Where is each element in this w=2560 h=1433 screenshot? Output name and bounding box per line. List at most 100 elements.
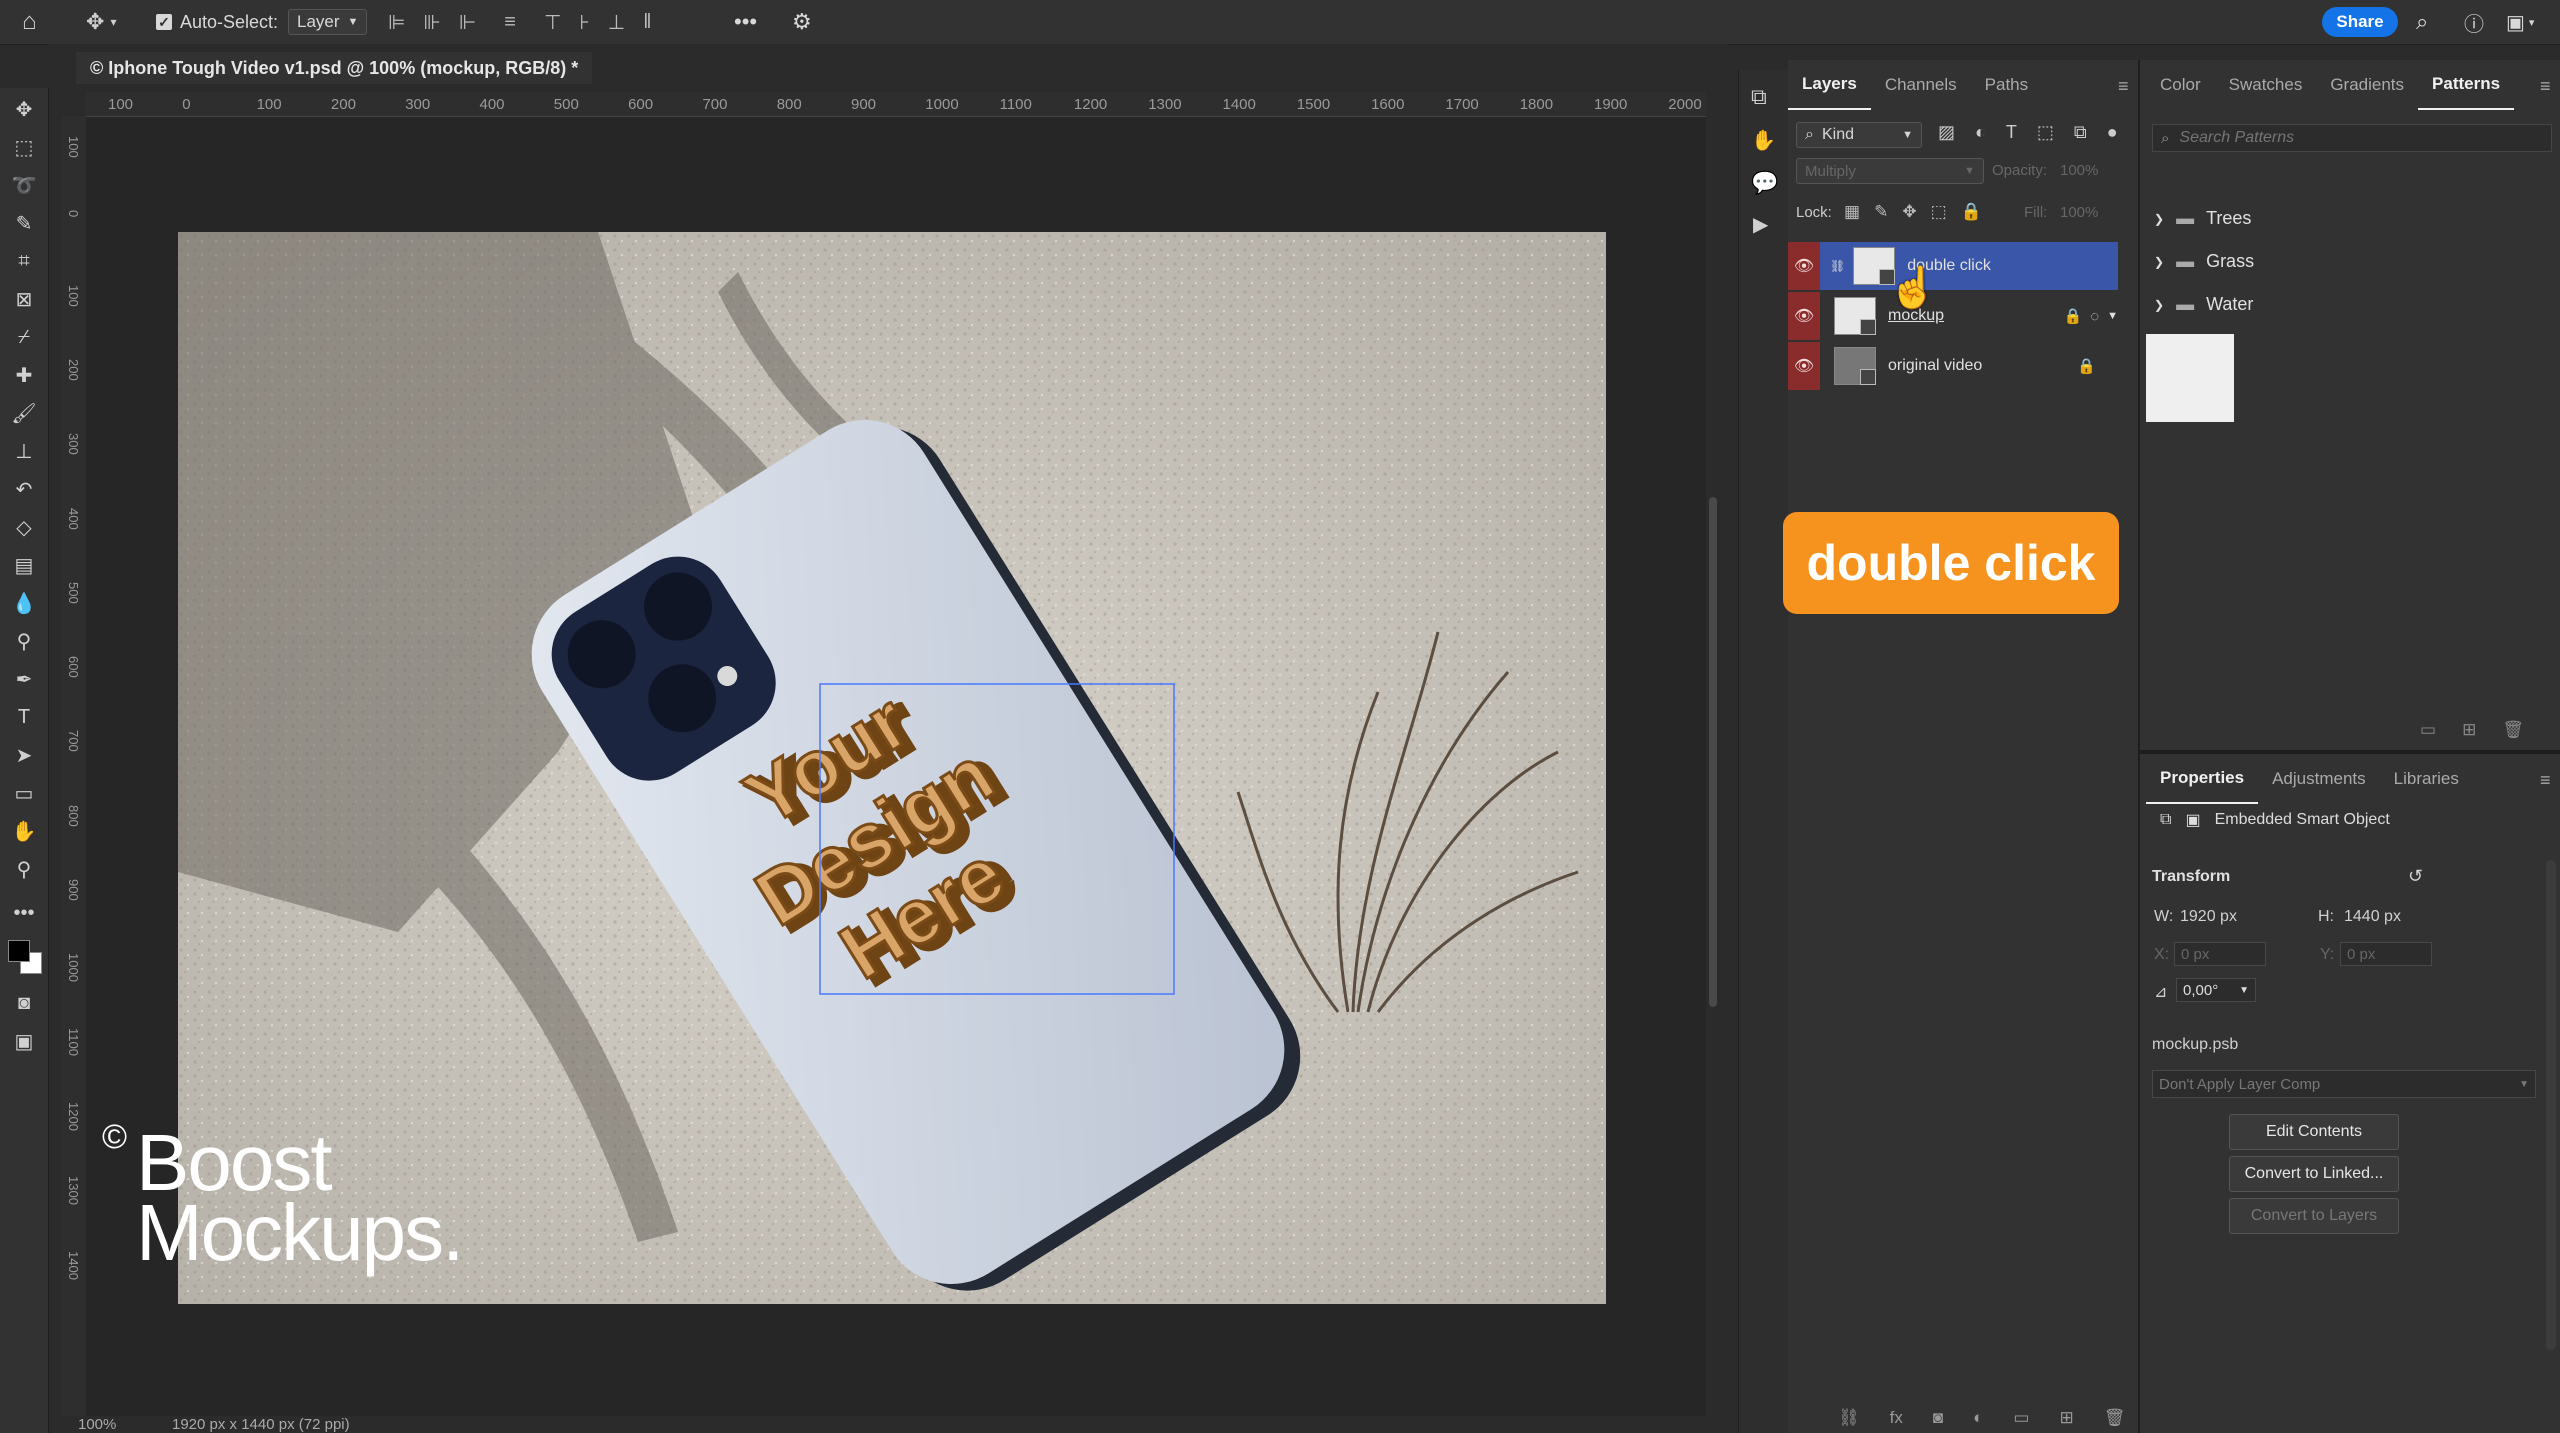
pen-tool-icon[interactable]: ✒ bbox=[8, 664, 40, 694]
new-pattern-icon[interactable]: ⊞ bbox=[2462, 720, 2476, 740]
filter-adjustment-icon[interactable]: ◐ bbox=[1975, 122, 1986, 143]
lock-artboard-icon[interactable]: ⬚ bbox=[1931, 202, 1947, 222]
rectangle-tool-icon[interactable]: ▭ bbox=[8, 778, 40, 808]
history-panel-icon[interactable]: ⧉ bbox=[1751, 84, 1767, 110]
eye-icon[interactable]: 👁 bbox=[1788, 342, 1820, 390]
tab-gradients[interactable]: Gradients bbox=[2316, 60, 2418, 110]
convert-to-layers-button[interactable]: Convert to Layers bbox=[2229, 1198, 2399, 1234]
marquee-tool-icon[interactable]: ⬚ bbox=[8, 132, 40, 162]
chevron-down-icon[interactable]: ▼ bbox=[2107, 310, 2118, 322]
filter-toggle-icon[interactable]: ● bbox=[2107, 122, 2118, 143]
align-top-icon[interactable]: ⊤ bbox=[544, 10, 561, 35]
lock-all-icon[interactable]: 🔒 bbox=[1961, 202, 1982, 222]
panel-menu-icon[interactable]: ≡ bbox=[2540, 76, 2551, 97]
stamp-tool-icon[interactable]: ⊥ bbox=[8, 436, 40, 466]
edit-contents-button[interactable]: Edit Contents bbox=[2229, 1114, 2399, 1150]
color-swatches[interactable] bbox=[6, 938, 42, 974]
eye-icon[interactable]: 👁 bbox=[1788, 242, 1820, 290]
lock-pixels-icon[interactable]: ✎ bbox=[1874, 202, 1888, 222]
align-bottom-icon[interactable]: ⊥ bbox=[608, 10, 625, 35]
width-value[interactable]: 1920 px bbox=[2180, 908, 2237, 926]
lock-position-icon[interactable]: ✥ bbox=[1902, 202, 1916, 222]
panel-menu-icon[interactable]: ≡ bbox=[2118, 76, 2129, 97]
opacity-value[interactable]: 100% bbox=[2060, 162, 2098, 179]
align-right-icon[interactable]: ⊩ bbox=[459, 10, 476, 35]
layer-row-original-video[interactable]: 👁 original video 🔒 bbox=[1788, 342, 2118, 390]
gear-icon[interactable]: ⚙ bbox=[792, 8, 812, 36]
scrollbar-thumb[interactable] bbox=[1709, 497, 1717, 1007]
trash-icon[interactable]: 🗑 bbox=[2104, 1408, 2126, 1428]
align-left-icon[interactable]: ⊫ bbox=[388, 10, 405, 35]
brush-tool-icon[interactable]: 🖌 bbox=[8, 398, 40, 428]
auto-select-checkbox[interactable]: ✓ Auto-Select: bbox=[156, 8, 278, 36]
comments-icon[interactable]: 💬 bbox=[1751, 170, 1778, 196]
eyedropper-tool-icon[interactable]: ⌿ bbox=[8, 322, 40, 352]
link-layers-icon[interactable]: ⛓ bbox=[1838, 1408, 1860, 1428]
crop-tool-icon[interactable]: ⌗ bbox=[8, 246, 40, 276]
type-tool-icon[interactable]: T bbox=[8, 702, 40, 732]
gradient-tool-icon[interactable]: ▤ bbox=[8, 550, 40, 580]
filter-pixel-icon[interactable]: ▨ bbox=[1938, 122, 1955, 143]
workspace-icon[interactable]: ▣ ▾ bbox=[2506, 8, 2534, 36]
foreground-color-swatch[interactable] bbox=[8, 940, 30, 962]
frame-tool-icon[interactable]: ⊠ bbox=[8, 284, 40, 314]
layer-row-double-click[interactable]: 👁 ⛓ double click bbox=[1788, 242, 2118, 290]
new-layer-icon[interactable]: ⊞ bbox=[2059, 1408, 2073, 1428]
tab-layers[interactable]: Layers bbox=[1788, 60, 1871, 110]
hand-tool-icon[interactable]: ✋ bbox=[8, 816, 40, 846]
filter-shape-icon[interactable]: ⬚ bbox=[2037, 122, 2054, 143]
smart-filter-icon[interactable]: ◌ bbox=[2090, 308, 2099, 325]
filter-kind-dropdown[interactable]: ⌕ Kind ▼ bbox=[1796, 122, 1922, 148]
search-icon[interactable]: ⌕ bbox=[2416, 8, 2428, 36]
pattern-group-water[interactable]: ❯ ▬ Water bbox=[2154, 294, 2253, 315]
properties-scrollbar[interactable] bbox=[2546, 860, 2556, 1350]
layer-name[interactable]: original video bbox=[1888, 357, 1982, 375]
trash-icon[interactable]: 🗑 bbox=[2502, 720, 2524, 740]
tab-libraries[interactable]: Libraries bbox=[2380, 754, 2473, 804]
panel-menu-icon[interactable]: ≡ bbox=[2540, 770, 2551, 791]
move-tool-icon[interactable]: ✥ bbox=[8, 94, 40, 124]
convert-to-linked-button[interactable]: Convert to Linked... bbox=[2229, 1156, 2399, 1192]
eye-icon[interactable]: 👁 bbox=[1788, 292, 1820, 340]
new-group-icon[interactable]: ▭ bbox=[2420, 720, 2436, 740]
home-icon[interactable]: ⌂ bbox=[22, 8, 37, 36]
tab-swatches[interactable]: Swatches bbox=[2215, 60, 2317, 110]
lasso-tool-icon[interactable]: ➰ bbox=[8, 170, 40, 200]
quick-select-tool-icon[interactable]: ✎ bbox=[8, 208, 40, 238]
filter-smartobject-icon[interactable]: ⧉ bbox=[2074, 122, 2087, 143]
history-brush-icon[interactable]: ↶ bbox=[8, 474, 40, 504]
fill-value[interactable]: 100% bbox=[2060, 204, 2098, 221]
align-center-icon[interactable]: ⊪ bbox=[423, 10, 440, 35]
properties-panel-icon[interactable]: ✋ bbox=[1751, 128, 1776, 153]
tab-channels[interactable]: Channels bbox=[1871, 60, 1971, 110]
height-value[interactable]: 1440 px bbox=[2344, 908, 2401, 926]
pattern-group-trees[interactable]: ❯ ▬ Trees bbox=[2154, 208, 2251, 229]
eraser-tool-icon[interactable]: ◇ bbox=[8, 512, 40, 542]
screen-mode-icon[interactable]: ▣ bbox=[8, 1026, 40, 1056]
pattern-swatch[interactable] bbox=[2146, 334, 2234, 422]
angle-field[interactable]: 0,00° ▼ bbox=[2176, 978, 2256, 1002]
more-tools-icon[interactable]: ••• bbox=[8, 898, 40, 928]
tab-properties[interactable]: Properties bbox=[2146, 754, 2259, 804]
x-field[interactable]: 0 px bbox=[2174, 942, 2266, 966]
help-icon[interactable]: ⓘ bbox=[2464, 8, 2484, 36]
tab-patterns[interactable]: Patterns bbox=[2418, 60, 2515, 110]
dodge-tool-icon[interactable]: ⚲ bbox=[8, 626, 40, 656]
y-field[interactable]: 0 px bbox=[2340, 942, 2432, 966]
document-tab[interactable]: © Iphone Tough Video v1.psd @ 100% (mock… bbox=[76, 52, 593, 84]
distribute-icon[interactable]: ≡ bbox=[504, 11, 516, 34]
zoom-level[interactable]: 100% bbox=[78, 1416, 116, 1433]
share-button[interactable]: Share bbox=[2322, 7, 2398, 37]
fx-icon[interactable]: fx bbox=[1890, 1408, 1903, 1428]
healing-tool-icon[interactable]: ✚ bbox=[8, 360, 40, 390]
play-icon[interactable]: ▶ bbox=[1753, 212, 1768, 237]
add-mask-icon[interactable]: ◙ bbox=[1933, 1408, 1943, 1428]
tab-color[interactable]: Color bbox=[2146, 60, 2215, 110]
layer-comp-dropdown[interactable]: Don't Apply Layer Comp ▼ bbox=[2152, 1070, 2536, 1098]
path-select-tool-icon[interactable]: ➤ bbox=[8, 740, 40, 770]
move-tool-icon[interactable]: ✥ ▾ bbox=[86, 8, 116, 36]
quick-mask-icon[interactable]: ◙ bbox=[8, 988, 40, 1018]
more-options-icon[interactable]: ••• bbox=[734, 8, 757, 36]
lock-transparency-icon[interactable]: ▦ bbox=[1844, 202, 1860, 222]
distribute-vertical-icon[interactable]: ‖ bbox=[643, 11, 651, 34]
